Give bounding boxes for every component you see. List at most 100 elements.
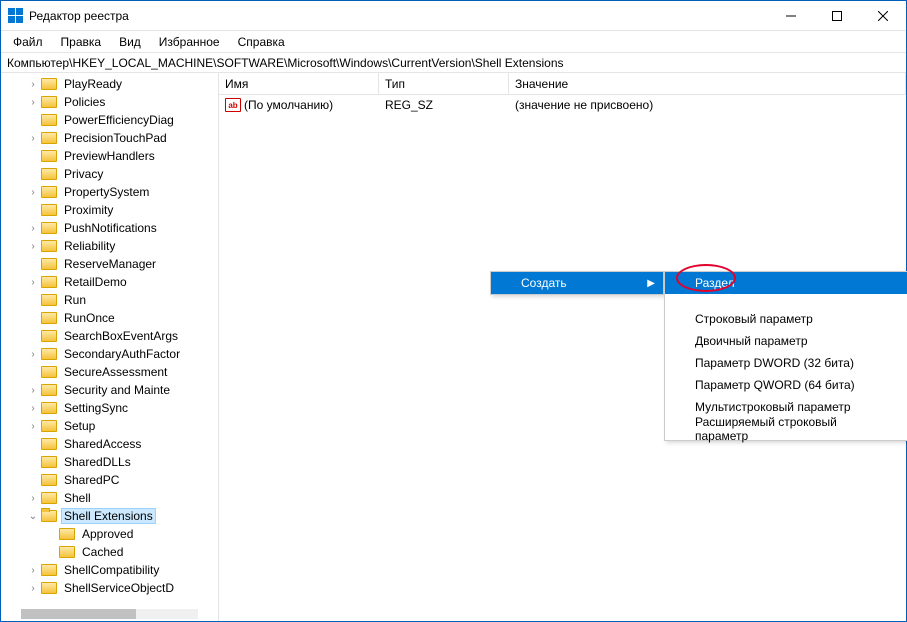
menu-file[interactable]: Файл: [5, 33, 51, 51]
close-button[interactable]: [860, 1, 906, 31]
minimize-button[interactable]: [768, 1, 814, 31]
tree-item[interactable]: Proximity: [41, 201, 218, 219]
tree-item[interactable]: ›Policies: [41, 93, 218, 111]
expander-icon[interactable]: ›: [27, 385, 39, 396]
col-name[interactable]: Имя: [219, 73, 379, 94]
tree-item[interactable]: Privacy: [41, 165, 218, 183]
expander-icon[interactable]: ›: [27, 223, 39, 234]
tree-item[interactable]: Approved: [41, 525, 218, 543]
tree-item[interactable]: ›ShellCompatibility: [41, 561, 218, 579]
folder-icon: [41, 330, 57, 342]
ctx-new-expandstring[interactable]: Расширяемый строковый параметр: [665, 418, 907, 440]
ctx-label: Двоичный параметр: [695, 334, 808, 348]
tree-item[interactable]: SecureAssessment: [41, 363, 218, 381]
tree-item[interactable]: ›PlayReady: [41, 75, 218, 93]
tree-item[interactable]: ›Setup: [41, 417, 218, 435]
folder-icon: [41, 78, 57, 90]
tree-item-label: RetailDemo: [61, 275, 130, 289]
expander-icon[interactable]: ›: [27, 403, 39, 414]
tree-item[interactable]: PreviewHandlers: [41, 147, 218, 165]
ctx-new-dword[interactable]: Параметр DWORD (32 бита): [665, 352, 907, 374]
regedit-icon: [7, 8, 23, 24]
tree-pane[interactable]: ›PlayReady›PoliciesPowerEfficiencyDiag›P…: [1, 73, 219, 621]
col-data[interactable]: Значение: [509, 73, 906, 94]
tree-item-label: ShellServiceObjectD: [61, 581, 177, 595]
tree-item[interactable]: ›PrecisionTouchPad: [41, 129, 218, 147]
ctx-create[interactable]: Создать ▶: [491, 272, 663, 294]
tree-item[interactable]: PowerEfficiencyDiag: [41, 111, 218, 129]
tree-item[interactable]: ›RetailDemo: [41, 273, 218, 291]
ctx-new-key[interactable]: Раздел: [665, 272, 907, 294]
expander-icon[interactable]: ›: [27, 79, 39, 90]
folder-icon: [41, 402, 57, 414]
scrollbar-thumb[interactable]: [21, 609, 136, 619]
expander-icon[interactable]: ›: [27, 421, 39, 432]
titlebar: Редактор реестра: [1, 1, 906, 31]
tree-item[interactable]: ›SecondaryAuthFactor: [41, 345, 218, 363]
folder-icon: [41, 492, 57, 504]
folder-icon: [41, 168, 57, 180]
path-text: Компьютер\HKEY_LOCAL_MACHINE\SOFTWARE\Mi…: [7, 56, 564, 70]
menu-favorites[interactable]: Избранное: [151, 33, 228, 51]
tree-item[interactable]: ›ShellServiceObjectD: [41, 579, 218, 597]
tree-scrollbar[interactable]: [21, 609, 198, 619]
tree-item-label: Proximity: [61, 203, 116, 217]
tree-item[interactable]: Run: [41, 291, 218, 309]
expander-icon[interactable]: ›: [27, 583, 39, 594]
tree-item[interactable]: ⌄Shell Extensions: [41, 507, 218, 525]
values-pane[interactable]: Имя Тип Значение ab (По умолчанию) REG_S…: [219, 73, 906, 621]
tree-item-label: ReserveManager: [61, 257, 159, 271]
ctx-create-label: Создать: [521, 276, 567, 290]
tree-item[interactable]: SharedPC: [41, 471, 218, 489]
expander-icon[interactable]: ›: [27, 97, 39, 108]
folder-icon: [41, 420, 57, 432]
menu-help[interactable]: Справка: [230, 33, 293, 51]
expander-icon[interactable]: ›: [27, 187, 39, 198]
address-bar[interactable]: Компьютер\HKEY_LOCAL_MACHINE\SOFTWARE\Mi…: [1, 53, 906, 73]
menu-edit[interactable]: Правка: [53, 33, 110, 51]
ctx-new-binary[interactable]: Двоичный параметр: [665, 330, 907, 352]
tree-item-label: RunOnce: [61, 311, 118, 325]
expander-icon[interactable]: ›: [27, 277, 39, 288]
tree-item[interactable]: ›Shell: [41, 489, 218, 507]
menu-view[interactable]: Вид: [111, 33, 149, 51]
value-data: (значение не присвоено): [509, 98, 906, 112]
tree-item[interactable]: ReserveManager: [41, 255, 218, 273]
tree-item[interactable]: RunOnce: [41, 309, 218, 327]
tree-item[interactable]: SharedAccess: [41, 435, 218, 453]
tree-item[interactable]: SharedDLLs: [41, 453, 218, 471]
folder-icon: [41, 384, 57, 396]
folder-icon: [41, 240, 57, 252]
folder-icon: [41, 204, 57, 216]
tree-item-label: Shell: [61, 491, 94, 505]
expander-icon[interactable]: ›: [27, 493, 39, 504]
expander-icon[interactable]: ›: [27, 133, 39, 144]
maximize-button[interactable]: [814, 1, 860, 31]
tree-item[interactable]: ›PushNotifications: [41, 219, 218, 237]
ctx-new-qword[interactable]: Параметр QWORD (64 бита): [665, 374, 907, 396]
expander-icon[interactable]: ⌄: [27, 511, 39, 522]
tree-item-label: PreviewHandlers: [61, 149, 158, 163]
folder-icon: [41, 114, 57, 126]
expander-icon[interactable]: ›: [27, 565, 39, 576]
tree-item[interactable]: ›Reliability: [41, 237, 218, 255]
tree-item-label: SharedAccess: [61, 437, 144, 451]
folder-icon: [41, 186, 57, 198]
folder-icon: [41, 456, 57, 468]
tree-item[interactable]: ›PropertySystem: [41, 183, 218, 201]
tree-item[interactable]: SearchBoxEventArgs: [41, 327, 218, 345]
tree-item[interactable]: Cached: [41, 543, 218, 561]
tree-item-label: SecondaryAuthFactor: [61, 347, 183, 361]
window-title: Редактор реестра: [29, 9, 768, 23]
ctx-label: Раздел: [695, 276, 735, 290]
expander-icon[interactable]: ›: [27, 241, 39, 252]
value-name: (По умолчанию): [244, 98, 379, 112]
expander-icon[interactable]: ›: [27, 349, 39, 360]
tree-item[interactable]: ›SettingSync: [41, 399, 218, 417]
tree-item[interactable]: ›Security and Mainte: [41, 381, 218, 399]
menubar: Файл Правка Вид Избранное Справка: [1, 31, 906, 53]
tree-item-label: Security and Mainte: [61, 383, 173, 397]
value-row[interactable]: ab (По умолчанию) REG_SZ (значение не пр…: [219, 95, 906, 115]
col-type[interactable]: Тип: [379, 73, 509, 94]
ctx-new-string[interactable]: Строковый параметр: [665, 308, 907, 330]
